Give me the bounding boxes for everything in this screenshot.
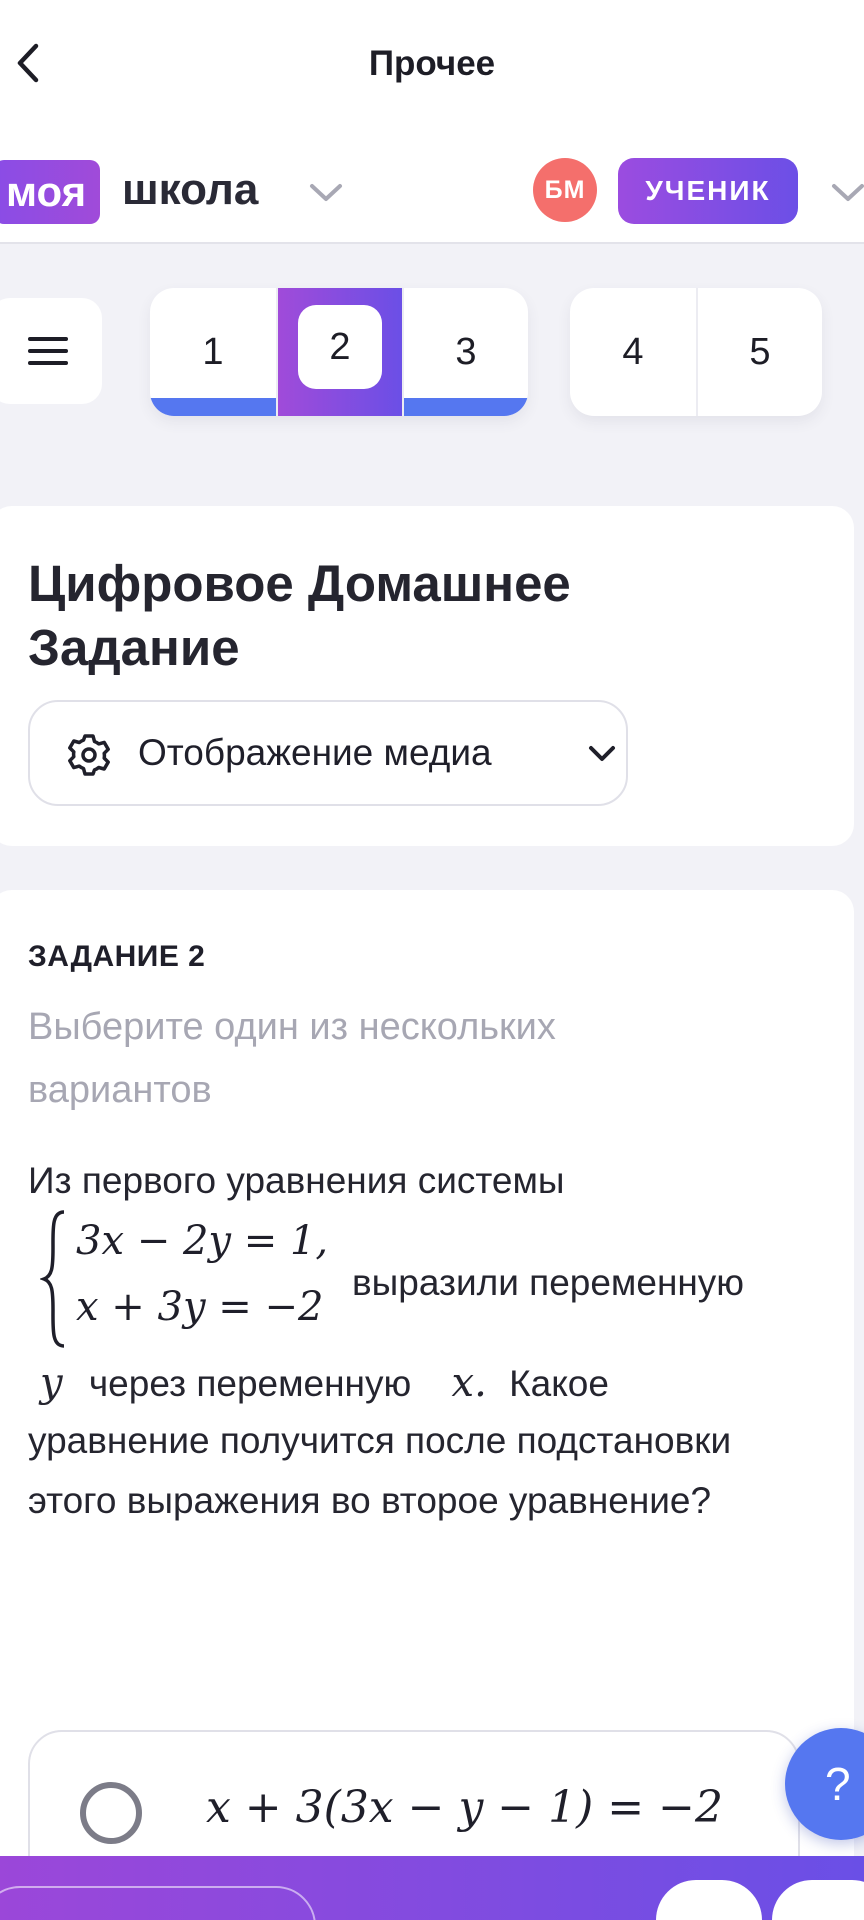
task-card: ЗАДАНИЕ 2 Выберите один из нескольких ва… — [0, 890, 854, 1890]
question-line-4: уравнение получится после подстановки — [28, 1420, 732, 1461]
chevron-down-icon — [589, 746, 615, 761]
homework-header-card: Цифровое Домашнее Задание Отображение ме… — [0, 506, 854, 846]
role-chevron-down-icon[interactable] — [828, 172, 864, 212]
gear-icon — [68, 734, 110, 776]
task-nav-item-5[interactable]: 5 — [696, 288, 822, 416]
task-nav-item-1[interactable]: 1 — [150, 288, 276, 416]
hamburger-icon — [28, 337, 68, 365]
role-button[interactable]: УЧЕНИК — [618, 158, 798, 224]
top-nav: Прочее — [0, 0, 864, 130]
question-line-5: этого выражения во второе уравнение? — [28, 1480, 712, 1521]
bottom-bar — [0, 1856, 864, 1920]
question-via: через переменную — [88, 1363, 412, 1404]
task-nav-group-2: 4 5 — [570, 288, 822, 416]
system-equation-1: 3x − 2y = 1, — [76, 1218, 329, 1264]
question-line-3: y через переменную x. Какое — [28, 1360, 818, 1406]
task-label: ЗАДАНИЕ 2 — [28, 940, 206, 973]
logo-moya: моя — [0, 160, 101, 224]
answer-option-text: x + 3(3x − y − 1) = −2 — [206, 1782, 724, 1833]
task-hint: Выберите один из нескольких вариантов — [28, 1006, 556, 1111]
task-nav-group-1: 1 2 3 — [150, 288, 528, 416]
page-title: Прочее — [368, 44, 496, 83]
bottom-outline-button[interactable] — [0, 1886, 316, 1920]
question-mid: выразили переменную — [352, 1262, 745, 1303]
task-nav-item-4[interactable]: 4 — [570, 288, 696, 416]
question-rest-1: Какое — [509, 1363, 609, 1404]
menu-button[interactable] — [0, 298, 102, 404]
bottom-next-button[interactable] — [772, 1880, 864, 1920]
chevron-down-icon[interactable] — [306, 172, 346, 212]
radio-button[interactable] — [80, 1782, 142, 1844]
system-equation-2: x + 3y = −2 — [76, 1284, 324, 1330]
task-nav-item-2[interactable]: 2 — [276, 288, 402, 416]
logo-shkola: школа — [122, 165, 259, 214]
bottom-prev-button[interactable] — [656, 1880, 762, 1920]
task-nav-item-3[interactable]: 3 — [402, 288, 528, 416]
var-y: y — [40, 1360, 63, 1406]
media-dropdown-label: Отображение медиа — [138, 732, 492, 773]
media-display-dropdown[interactable]: Отображение медиа — [28, 700, 628, 806]
brand-bar: моя школа БМ УЧЕНИК — [0, 130, 864, 244]
avatar[interactable]: БМ — [533, 158, 597, 222]
brace-icon — [40, 1210, 65, 1348]
homework-title: Цифровое Домашнее Задание — [28, 555, 571, 676]
question-intro: Из первого уравнения системы — [28, 1160, 565, 1201]
var-x: x. — [451, 1360, 487, 1406]
